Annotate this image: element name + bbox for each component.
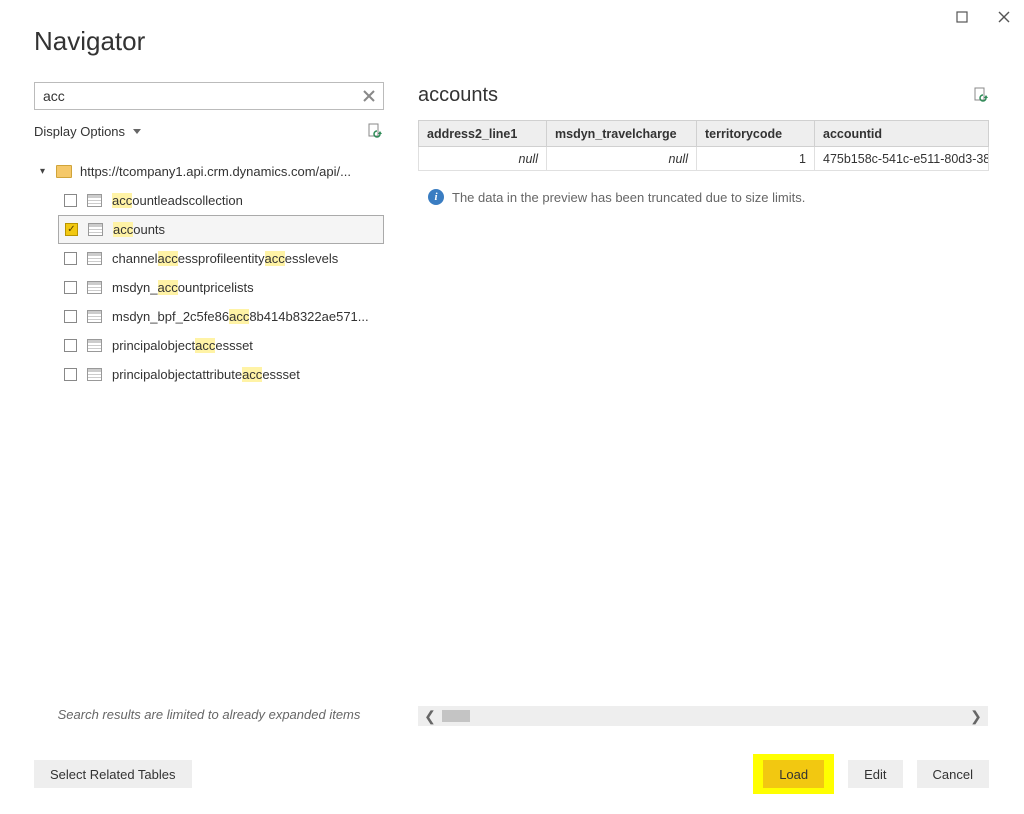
column-header[interactable]: msdyn_travelcharge (547, 121, 697, 147)
table-item-accountleadscollection[interactable]: accountleadscollection (58, 186, 384, 215)
cell: 1 (697, 147, 815, 171)
search-input[interactable] (35, 88, 355, 104)
info-icon: i (428, 189, 444, 205)
edit-button[interactable]: Edit (848, 760, 902, 788)
search-box[interactable] (34, 82, 384, 110)
scroll-left-icon[interactable]: ❮ (418, 708, 442, 725)
checkbox[interactable] (64, 194, 77, 207)
table-label: msdyn_bpf_2c5fe86acc8b414b8322ae571... (112, 309, 369, 324)
table-label: principalobjectaccessset (112, 338, 253, 353)
table-icon (87, 310, 102, 323)
tree-root: ▾ https://tcompany1.api.crm.dynamics.com… (34, 156, 384, 389)
table-item-principalobjectattributeaccessset[interactable]: principalobjectattributeaccessset (58, 360, 384, 389)
clear-search-icon[interactable] (355, 83, 383, 109)
dialog-title: Navigator (34, 26, 145, 57)
table-item-channelaccessprofileentityaccesslevels[interactable]: channelaccessprofileentityaccesslevels (58, 244, 384, 273)
chevron-down-icon (133, 129, 141, 134)
checkbox[interactable] (64, 252, 77, 265)
close-button[interactable] (990, 6, 1018, 28)
table-icon (87, 368, 102, 381)
cell: 475b158c-541c-e511-80d3-38 (815, 147, 989, 171)
cancel-button[interactable]: Cancel (917, 760, 989, 788)
checkbox[interactable] (64, 281, 77, 294)
load-button[interactable]: Load (763, 760, 824, 788)
table-label: accounts (113, 222, 165, 237)
search-limit-note: Search results are limited to already ex… (44, 707, 374, 722)
table-item-msdyn-accountpricelists[interactable]: msdyn_accountpricelists (58, 273, 384, 302)
checkbox[interactable] (64, 310, 77, 323)
load-highlight: Load (753, 754, 834, 794)
checkbox[interactable] (65, 223, 78, 236)
table-label: msdyn_accountpricelists (112, 280, 254, 295)
table-item-msdyn-bpf-2c5fe86acc8b414b8322ae571-[interactable]: msdyn_bpf_2c5fe86acc8b414b8322ae571... (58, 302, 384, 331)
maximize-button[interactable] (948, 6, 976, 28)
table-item-accounts[interactable]: accounts (58, 215, 384, 244)
table-label: channelaccessprofileentityaccesslevels (112, 251, 338, 266)
table-icon (87, 252, 102, 265)
cell: null (547, 147, 697, 171)
refresh-icon[interactable] (366, 123, 384, 139)
table-label: accountleadscollection (112, 193, 243, 208)
preview-title: accounts (418, 84, 498, 107)
preview-refresh-icon[interactable] (972, 87, 988, 103)
table-item-principalobjectaccessset[interactable]: principalobjectaccessset (58, 331, 384, 360)
checkbox[interactable] (64, 339, 77, 352)
scroll-thumb[interactable] (442, 710, 470, 722)
select-related-tables-button[interactable]: Select Related Tables (34, 760, 192, 788)
table-label: principalobjectattributeaccessset (112, 367, 300, 382)
truncation-message: The data in the preview has been truncat… (452, 190, 805, 205)
folder-icon (56, 165, 72, 178)
table-icon (87, 339, 102, 352)
table-row[interactable]: nullnull1475b158c-541c-e511-80d3-38 (419, 147, 989, 171)
cell: null (419, 147, 547, 171)
collapse-icon[interactable]: ▾ (40, 166, 50, 176)
column-header[interactable]: address2_line1 (419, 121, 547, 147)
table-icon (87, 281, 102, 294)
display-options-label: Display Options (34, 124, 125, 139)
source-label: https://tcompany1.api.crm.dynamics.com/a… (80, 164, 351, 179)
table-icon (88, 223, 103, 236)
scroll-track[interactable] (442, 710, 964, 722)
navigator-tree-pane: Display Options ▾ https://tcompany1.api.… (34, 82, 384, 752)
table-icon (87, 194, 102, 207)
checkbox[interactable] (64, 368, 77, 381)
preview-scrollbar[interactable]: ❮ ❯ (418, 706, 988, 726)
preview-table: address2_line1msdyn_travelchargeterritor… (418, 120, 989, 171)
column-header[interactable]: accountid (815, 121, 989, 147)
scroll-right-icon[interactable]: ❯ (964, 708, 988, 725)
tree-source-node[interactable]: ▾ https://tcompany1.api.crm.dynamics.com… (34, 156, 384, 186)
display-options-dropdown[interactable]: Display Options (34, 124, 141, 139)
column-header[interactable]: territorycode (697, 121, 815, 147)
